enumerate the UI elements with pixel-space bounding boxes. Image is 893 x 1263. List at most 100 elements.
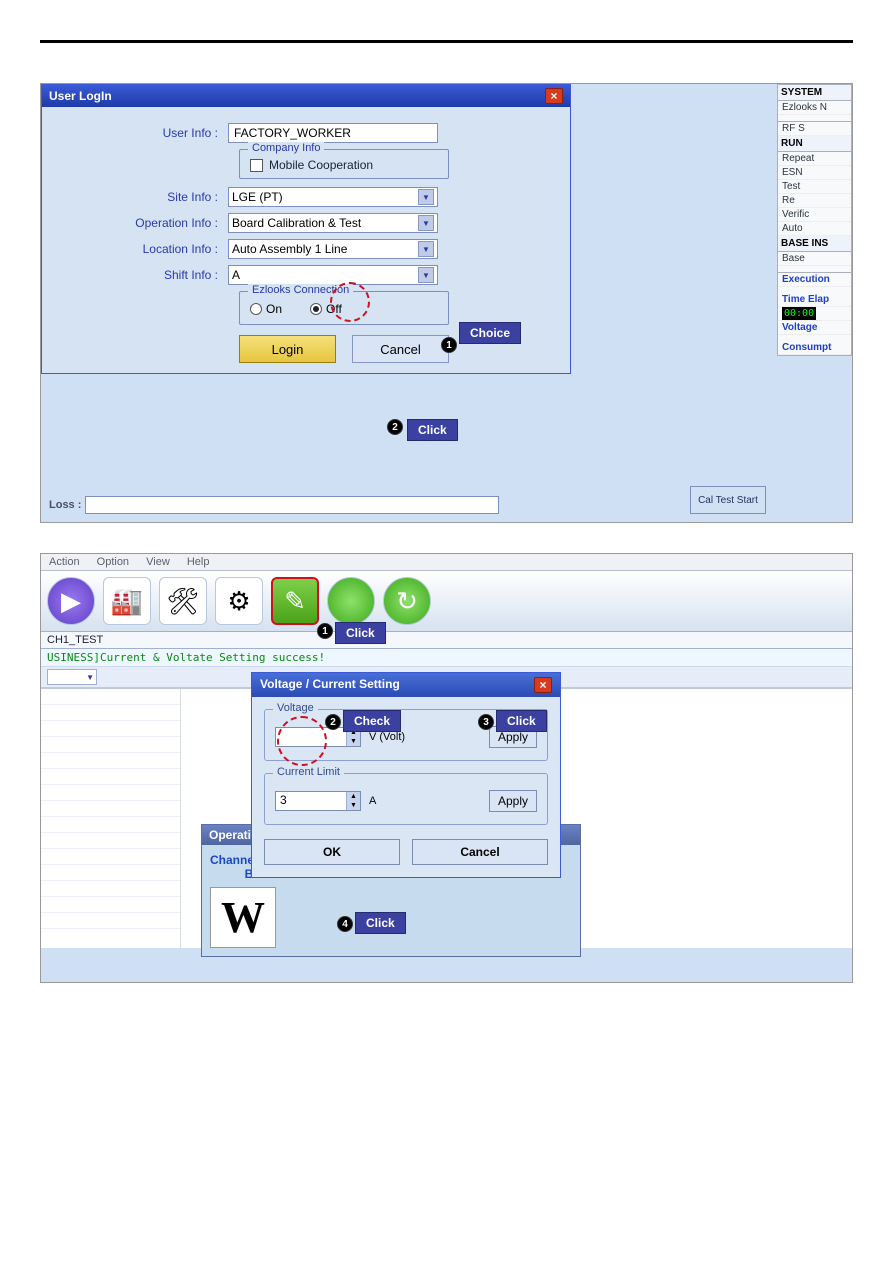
- toolbar: ▶ 🏭 🛠 ⚙ ✎ ↻: [41, 571, 852, 632]
- user-info-label: User Info :: [52, 126, 228, 140]
- cal-test-start-button[interactable]: Cal Test Start: [690, 486, 766, 514]
- green-circle-button[interactable]: [327, 577, 375, 625]
- step-number-4: 4: [337, 916, 353, 932]
- choice-label: Choice: [470, 326, 510, 340]
- current-unit: A: [369, 795, 376, 807]
- side-item: Ezlooks N: [778, 101, 851, 115]
- vc-cancel-button[interactable]: Cancel: [412, 839, 548, 865]
- side-item: RF S: [778, 121, 851, 136]
- reload-icon[interactable]: ↻: [383, 577, 431, 625]
- site-info-select[interactable]: LGE (PT) ▼: [228, 187, 438, 207]
- check-callout: Check: [343, 710, 401, 732]
- operation-info-select[interactable]: Board Calibration & Test ▼: [228, 213, 438, 233]
- menu-help[interactable]: Help: [187, 556, 210, 568]
- menu-bar: Action Option View Help: [41, 554, 852, 571]
- wrench-icon[interactable]: 🛠: [159, 577, 207, 625]
- ezlooks-off-radio[interactable]: Off: [310, 302, 342, 316]
- company-info-group: Company Info Mobile Cooperation: [239, 149, 449, 179]
- voltage-legend: Voltage: [273, 702, 318, 714]
- consumption-label: Consumpt: [778, 341, 851, 355]
- current-apply-button[interactable]: Apply: [489, 790, 537, 812]
- loss-label: Loss :: [49, 499, 81, 511]
- voltage-label: Voltage: [778, 321, 851, 335]
- side-item: Auto: [778, 222, 851, 236]
- execution-label: Execution: [778, 272, 851, 287]
- shift-info-value: A: [232, 268, 240, 282]
- click-label: Click: [418, 423, 447, 437]
- ezlooks-connection-group: Ezlooks Connection On Off: [239, 291, 449, 325]
- menu-view[interactable]: View: [146, 556, 170, 568]
- vc-title: Voltage / Current Setting: [260, 677, 400, 693]
- spinner-down-icon[interactable]: ▼: [346, 737, 360, 746]
- side-item: ESN: [778, 166, 851, 180]
- operation-info-label: Operation Info :: [52, 216, 228, 230]
- side-info-panel: SYSTEM Ezlooks N RF S RUN Repeat ESN Tes…: [777, 84, 852, 356]
- location-info-label: Location Info :: [52, 242, 228, 256]
- chevron-down-icon[interactable]: ▼: [418, 267, 434, 283]
- menu-option[interactable]: Option: [97, 556, 129, 568]
- click-callout-4: Click: [355, 912, 406, 934]
- radio-icon[interactable]: [250, 303, 262, 315]
- location-info-value: Auto Assembly 1 Line: [232, 242, 347, 256]
- side-item: Verific: [778, 208, 851, 222]
- close-icon[interactable]: ×: [545, 88, 563, 104]
- click-callout-3: Click: [496, 710, 547, 732]
- voltage-value[interactable]: [276, 728, 346, 746]
- cancel-button[interactable]: Cancel: [352, 335, 449, 363]
- toolbar-btn-2[interactable]: 🏭: [103, 577, 151, 625]
- operation-info-value: Board Calibration & Test: [232, 216, 361, 230]
- login-titlebar: User LogIn ×: [42, 85, 570, 107]
- site-info-label: Site Info :: [52, 190, 228, 204]
- login-title: User LogIn: [49, 89, 112, 103]
- base-ins-header: BASE INS: [778, 236, 851, 252]
- user-info-input[interactable]: [228, 123, 438, 143]
- side-item: Test: [778, 180, 851, 194]
- side-item: Base: [778, 252, 851, 266]
- close-icon[interactable]: ×: [534, 677, 552, 693]
- voltage-current-dialog: Voltage / Current Setting × Voltage ▲▼ V…: [251, 672, 561, 878]
- chevron-down-icon[interactable]: ▼: [418, 241, 434, 257]
- chevron-down-icon[interactable]: ▼: [418, 189, 434, 205]
- dropdown-small[interactable]: ▼: [47, 669, 97, 685]
- spinner-down-icon[interactable]: ▼: [346, 801, 360, 810]
- mobile-cooperation-label: Mobile Cooperation: [269, 158, 373, 172]
- side-item: Re: [778, 194, 851, 208]
- time-elapsed-digits: 00:00: [778, 307, 851, 321]
- click-callout: Click: [407, 419, 458, 441]
- status-message: USINESS]Current & Voltate Setting succes…: [41, 649, 852, 667]
- mobile-cooperation-checkbox[interactable]: Mobile Cooperation: [250, 158, 438, 172]
- current-value[interactable]: 3: [276, 792, 346, 810]
- radio-icon[interactable]: [310, 303, 322, 315]
- tab-ch1-test[interactable]: CH1_TEST: [41, 632, 852, 649]
- ezlooks-on-label: On: [266, 302, 282, 316]
- location-info-select[interactable]: Auto Assembly 1 Line ▼: [228, 239, 438, 259]
- gear-icon[interactable]: ⚙: [215, 577, 263, 625]
- company-group-legend: Company Info: [248, 142, 324, 154]
- toolbar-btn-1[interactable]: ▶: [47, 577, 95, 625]
- current-input[interactable]: 3 ▲▼: [275, 791, 361, 811]
- login-button[interactable]: Login: [239, 335, 336, 363]
- ezlooks-off-label: Off: [326, 302, 342, 316]
- shift-info-select[interactable]: A ▼: [228, 265, 438, 285]
- loss-input[interactable]: [85, 496, 499, 514]
- loss-row: Loss :: [49, 496, 499, 514]
- spinner-up-icon[interactable]: ▲: [346, 792, 360, 801]
- voltage-unit: V (Volt): [369, 731, 405, 743]
- step-number-1: 1: [441, 337, 457, 353]
- voltage-setting-button[interactable]: ✎: [271, 577, 319, 625]
- step-number-2: 2: [325, 714, 341, 730]
- click-callout-1: Click: [335, 622, 386, 644]
- menu-action[interactable]: Action: [49, 556, 80, 568]
- side-item: Repeat: [778, 152, 851, 166]
- ezlooks-on-radio[interactable]: On: [250, 302, 282, 316]
- chevron-down-icon[interactable]: ▼: [418, 215, 434, 231]
- time-elapsed-label: Time Elap: [778, 293, 851, 307]
- step-number-3: 3: [478, 714, 494, 730]
- checkbox-icon[interactable]: [250, 159, 263, 172]
- user-login-screenshot: User LogIn × User Info : Company Info Mo…: [40, 83, 853, 523]
- ok-button[interactable]: OK: [264, 839, 400, 865]
- run-header: RUN: [778, 136, 851, 152]
- voltage-setting-screenshot: Action Option View Help ▶ 🏭 🛠 ⚙ ✎ ↻ CH1_…: [40, 553, 853, 983]
- current-fieldset: Current Limit 3 ▲▼ A Apply: [264, 773, 548, 825]
- step-number-2: 2: [387, 419, 403, 435]
